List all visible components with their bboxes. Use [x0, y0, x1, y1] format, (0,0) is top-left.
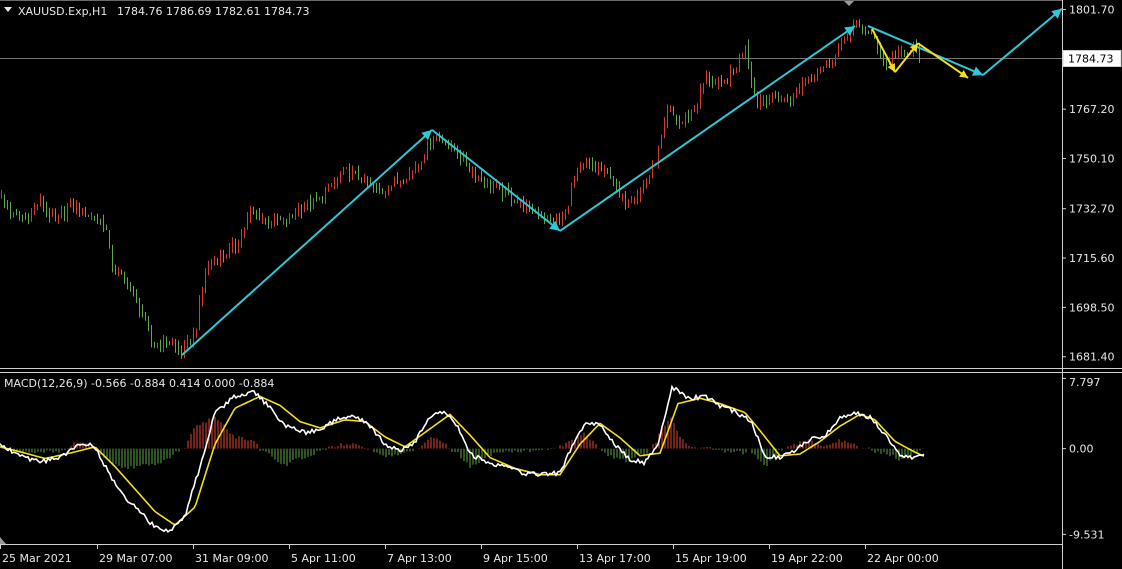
macd-lines: [0, 384, 925, 534]
macd-axis[interactable]: 7.797 0.00 -9.531: [1062, 376, 1104, 541]
price-tick-label: 1698.50: [1069, 301, 1115, 314]
time-tick-label: 7 Apr 13:00: [387, 552, 452, 565]
corner-handle-icon[interactable]: [0, 537, 6, 544]
time-tick-label: 31 Mar 09:00: [195, 552, 268, 565]
trend-arrow-annotations[interactable]: [181, 7, 1063, 356]
trend-arrow: [559, 25, 856, 232]
trend-arrow: [431, 129, 561, 232]
current-price-marker: 1784.73: [0, 50, 1122, 68]
current-price-label: 1784.73: [1068, 53, 1114, 66]
trend-arrow: [867, 25, 984, 76]
macd-signal-line: [0, 395, 925, 526]
time-tick-label: 5 Apr 11:00: [291, 552, 356, 565]
price-tick-label: 1750.10: [1069, 152, 1115, 165]
ohlc-label: 1784.76 1786.69 1782.61 1784.73: [117, 5, 309, 18]
candlestick-series[interactable]: [1, 19, 920, 359]
macd-main-line: [0, 384, 925, 534]
time-tick-label: 15 Apr 19:00: [675, 552, 747, 565]
macd-tick-label: 0.00: [1069, 443, 1094, 456]
time-tick-label: 9 Apr 15:00: [483, 552, 548, 565]
time-tick-label: 22 Apr 00:00: [867, 552, 939, 565]
price-tick-label: 1681.40: [1069, 351, 1115, 364]
time-tick-label: 29 Mar 07:00: [99, 552, 172, 565]
chart-canvas: 1801.70 1767.20 1750.10 1732.70 1715.60 1698.…: [0, 0, 1122, 569]
symbol-label: XAUUSD.Exp,H1: [18, 5, 107, 18]
trend-arrow: [181, 129, 433, 356]
macd-tick-label: 7.797: [1069, 376, 1101, 389]
time-tick-label: 25 Mar 2021: [2, 552, 72, 565]
time-axis[interactable]: 25 Mar 2021 29 Mar 07:00 31 Mar 09:00 5 Apr…: [0, 544, 939, 565]
trend-arrow: [982, 7, 1063, 76]
price-tick-label: 1767.20: [1069, 103, 1115, 116]
dropdown-triangle-icon[interactable]: [4, 7, 12, 12]
macd-histogram: [1, 416, 924, 469]
time-tick-label: 19 Apr 22:00: [771, 552, 843, 565]
price-tick-label: 1715.60: [1069, 252, 1115, 265]
time-tick-label: 13 Apr 17:00: [579, 552, 651, 565]
short-arrow-head: [959, 70, 968, 78]
chart-shift-icon[interactable]: [844, 1, 854, 6]
price-tick-label: 1801.70: [1069, 4, 1115, 17]
price-tick-label: 1732.70: [1069, 203, 1115, 216]
short-arrow: [917, 42, 969, 79]
macd-tick-label: -9.531: [1069, 528, 1104, 541]
macd-label: MACD(12,26,9) -0.566 -0.884 0.414 0.000 …: [4, 377, 274, 390]
